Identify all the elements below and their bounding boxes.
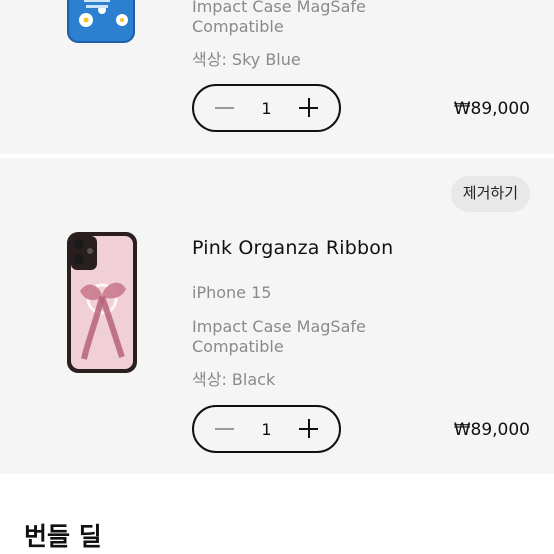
product-color: 색상: Black — [192, 370, 276, 389]
product-model: Impact Case MagSafe — [192, 317, 366, 336]
remove-button[interactable]: 제거하기 — [450, 176, 530, 212]
product-image-pink-organza[interactable] — [66, 231, 138, 374]
product-color: 색상: Sky Blue — [192, 50, 301, 69]
product-device: iPhone 15 — [192, 283, 272, 302]
blue-daisy-case-image — [67, 0, 135, 43]
product-model: Impact Case MagSafe — [192, 0, 366, 16]
item-price: ₩89,000 — [453, 99, 530, 119]
plus-icon[interactable] — [297, 97, 321, 119]
quantity-stepper: 1 — [192, 84, 341, 132]
quantity-stepper: 1 — [192, 405, 341, 453]
cart-item: Impact Case MagSafe Compatible 색상: Sky B… — [0, 0, 554, 154]
pink-ribbon-case-image — [67, 232, 137, 373]
product-image-sky-blue[interactable] — [66, 0, 138, 46]
plus-icon[interactable] — [297, 418, 321, 440]
product-model-line2: Compatible — [192, 337, 284, 356]
bundle-deal-heading: 번들 딜 — [24, 522, 102, 551]
product-model-line2: Compatible — [192, 17, 284, 36]
product-name[interactable]: Pink Organza Ribbon — [192, 237, 393, 259]
item-price: ₩89,000 — [453, 420, 530, 440]
